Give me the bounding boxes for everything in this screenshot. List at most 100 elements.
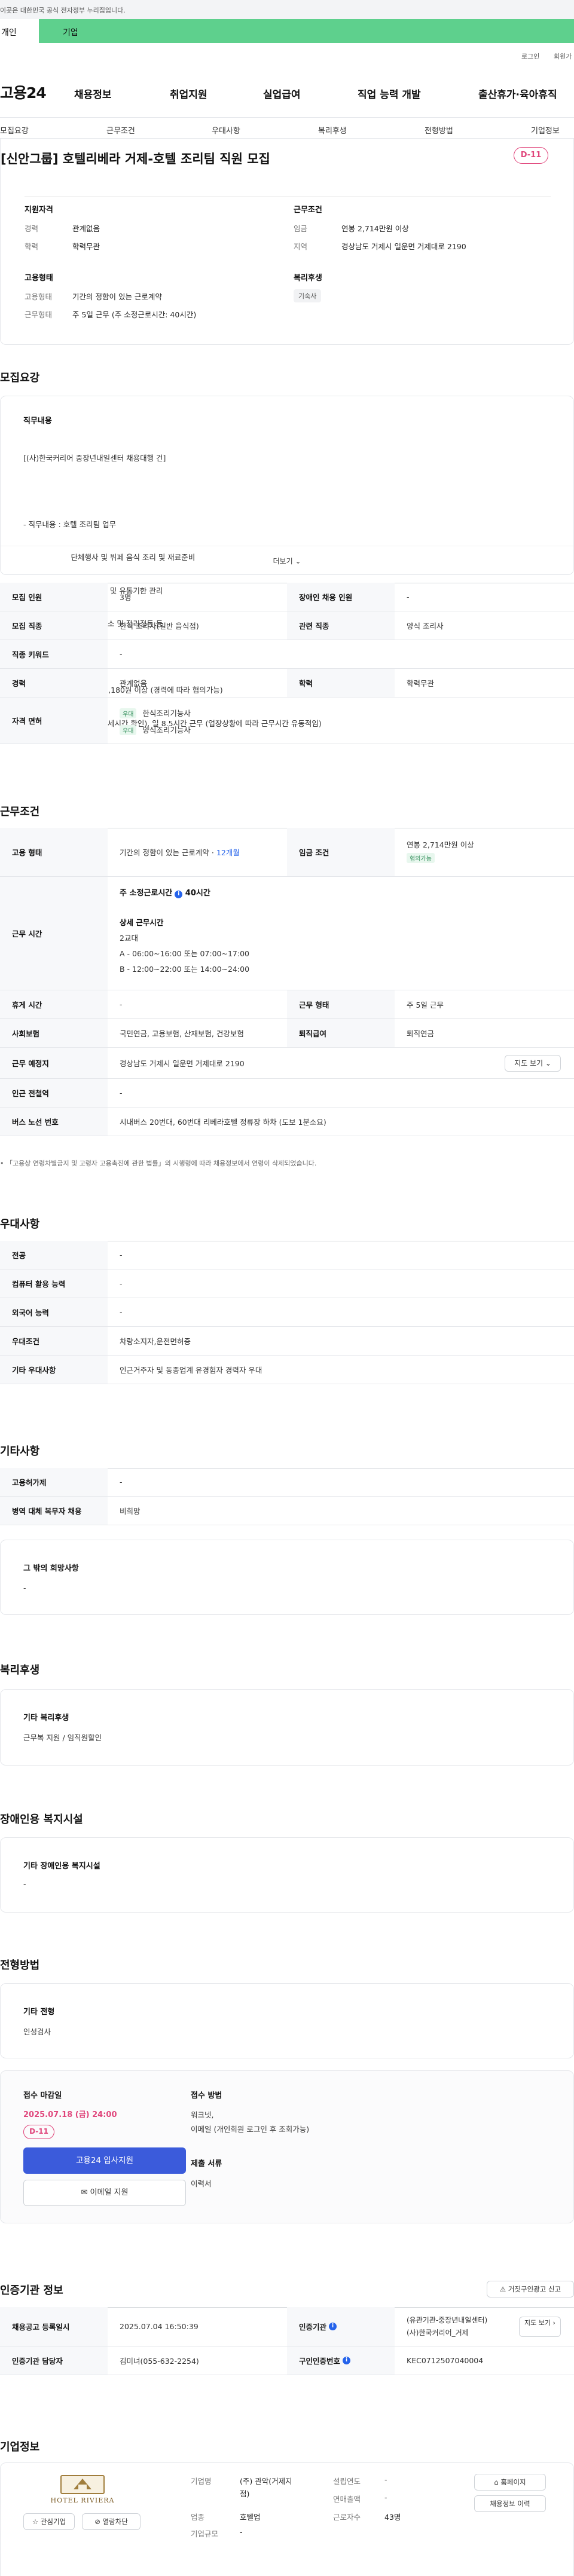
report-button[interactable]: ⚠ 거짓구인광고 신고 <box>487 2281 574 2297</box>
duty-line: - 직무내용 : 호텔 조리팀 업무 <box>23 519 117 529</box>
gnb-unemployment-benefit[interactable]: 실업급여 <box>263 86 301 101</box>
detail-hours: 2교대 A - 06:00~16:00 또는 07:00~17:00 B - 1… <box>120 934 250 974</box>
table-row: 휴게 시간 - 근무 형태 주 5일 근무 <box>0 990 574 1019</box>
license-item: 우대 양식조리기능사 <box>120 724 191 735</box>
row-value: 인근거주자 및 동종업계 유경험자 경력자 우대 <box>120 1366 262 1375</box>
screening-card: 기타 전형 인성검사 <box>0 1983 574 2058</box>
row-header: 근무 형태 <box>287 990 395 1018</box>
signup-link[interactable]: 회원가 <box>554 51 572 61</box>
hotel-crest-icon <box>74 2479 91 2489</box>
deadline-value: 2025.07.18 (금) 24:00 <box>23 2110 117 2119</box>
age-note: • 「고용상 연령차별금지 및 고령자 고용촉진에 관한 법률」의 시행령에 따… <box>0 1159 317 1167</box>
row-value: 한식 조리사(일반 음식점) <box>120 622 199 631</box>
row-header: 버스 노선 번호 <box>0 1108 108 1136</box>
table-row: 경력 관계없음 학력 학력무관 <box>0 669 574 697</box>
row-header: 채용공고 등록일시 <box>0 2307 108 2346</box>
sales-label: 연매출액 <box>333 2495 361 2504</box>
table-row: 고용 형태 기간의 정함이 있는 근로계약 · 12개월 임금 조건 연봉 2,… <box>0 828 574 877</box>
row-header: 병역 대체 복무자 채용 <box>0 1497 108 1525</box>
login-link[interactable]: 로그인 <box>521 51 539 61</box>
duty-title: 직무내용 <box>23 417 52 426</box>
org-map-button[interactable]: 지도 보기 › <box>519 2317 561 2337</box>
apply-button[interactable]: 고용24 입사지원 <box>23 2147 186 2174</box>
block-view-button[interactable]: ⊘ 열람차단 <box>82 2513 141 2530</box>
row-value: - <box>407 592 410 601</box>
table-row: 병역 대체 복무자 채용 비희망 <box>0 1497 574 1525</box>
welfare-heading: 복리후생 <box>294 274 322 283</box>
company-name-value: (주) 관악(거제지점) <box>240 2477 292 2498</box>
row-header: 경력 <box>0 669 108 697</box>
row-header: 휴게 시간 <box>0 990 108 1018</box>
method-title: 접수 방법 <box>191 2091 222 2100</box>
etc-heading: 기타사항 <box>0 1445 40 1458</box>
row-header: 근무 예정지 <box>0 1048 108 1078</box>
nav-recruit[interactable]: 모집요강 <box>0 124 29 136</box>
table-row: 근무 시간 주 소정근로시간 i 40시간 상세 근무시간 2교대 A - 06:… <box>0 877 574 990</box>
row-header: 우대조건 <box>0 1327 108 1355</box>
disabled-title: 기타 장애인용 복지시설 <box>23 1862 100 1871</box>
chevron-down-icon: ⌄ <box>545 1059 551 1067</box>
emp-label: 고용형태 <box>25 292 53 301</box>
cond-heading: 근무조건 <box>294 206 322 215</box>
gnb-job-info[interactable]: 채용정보 <box>74 86 112 101</box>
dday-badge: D-11 <box>514 147 548 164</box>
site-logo[interactable]: 고용24 <box>0 81 47 103</box>
info-icon[interactable]: i <box>343 2357 351 2364</box>
info-icon[interactable]: i <box>329 2323 337 2330</box>
table-row: 모집 인원 3명 장애인 채용 인원 - <box>0 583 574 611</box>
row-header: 사회보험 <box>0 1019 108 1047</box>
nav-screening[interactable]: 전형방법 <box>425 124 453 136</box>
cond-label: 지역 <box>294 242 308 251</box>
row-header: 인근 전철역 <box>0 1079 108 1107</box>
nav-company[interactable]: 기업정보 <box>531 124 560 136</box>
employees-label: 근로자수 <box>333 2513 361 2522</box>
gnb-parental-leave[interactable]: 출산휴가·육아휴직 <box>478 86 557 101</box>
table-row: 사회보험 국민연금, 고용보험, 산재보험, 건강보험 퇴직급여 퇴직연금 <box>0 1019 574 1048</box>
block-icon: ⊘ <box>94 2517 100 2526</box>
tab-individual[interactable]: 개인 <box>0 19 39 43</box>
tab-business[interactable]: 기업 <box>39 19 574 43</box>
table-row: 우대조건 차량소지자,운전면허증 <box>0 1327 574 1356</box>
cond-value: 경상남도 거제시 일운면 거제대로 2190 <box>341 242 466 251</box>
duty-line <box>23 487 322 497</box>
nav-work-conditions[interactable]: 근무조건 <box>106 124 135 136</box>
industry-label: 업종 <box>191 2513 205 2522</box>
emp-label: 근무형태 <box>25 310 53 319</box>
founded-value: - <box>384 2475 387 2484</box>
row-value: 경상남도 거제시 일운면 거제대로 2190 <box>120 1059 245 1068</box>
info-icon[interactable]: i <box>175 891 183 898</box>
email-apply-button[interactable]: ✉ 이메일 지원 <box>23 2180 186 2206</box>
row-header: 임금 조건 <box>287 828 395 876</box>
disabled-value: - <box>23 1880 26 1889</box>
company-name-label: 기업명 <box>191 2477 212 2486</box>
nav-preferences[interactable]: 우대사항 <box>212 124 240 136</box>
method-value: 워크넷, 이메일 (개인회원 로그인 후 조회가능) <box>191 2110 310 2134</box>
row-header: 전공 <box>0 1241 108 1269</box>
job-title: [신안그룹] 호텔리베라 거제-호텔 조리팀 직원 모집 <box>1 152 270 166</box>
favorite-company-button[interactable]: ☆ 관심기업 <box>23 2513 75 2530</box>
row-value: 3명 <box>120 593 132 602</box>
gnb-vocational-training[interactable]: 직업 능력 개발 <box>358 86 421 101</box>
row-value: 김미녀(055-632-2254) <box>120 2357 199 2366</box>
agency-heading: 인증기관 정보 <box>0 2284 63 2297</box>
table-row: 인증기관 담당자 김미녀(055-632-2254) 구인인증번호 i KEC07… <box>0 2346 574 2375</box>
table-row: 직종 키워드 - <box>0 640 574 669</box>
table-row: 전공 - <box>0 1241 574 1269</box>
table-row: 컴퓨터 활용 능력 - <box>0 1269 574 1298</box>
row-value: - <box>120 1477 123 1486</box>
map-button[interactable]: 지도 보기 ⌄ <box>505 1055 561 1072</box>
row-value: - <box>120 1088 123 1097</box>
row-value: - <box>120 650 123 659</box>
more-button[interactable]: 더보기 ⌄ <box>1 546 573 574</box>
nav-benefits[interactable]: 복리후생 <box>318 124 347 136</box>
gnb-employment-support[interactable]: 취업지원 <box>170 86 207 101</box>
other-wish-card: 그 밖의 희망사항 - <box>0 1540 574 1615</box>
job-summary-card: [신안그룹] 호텔리베라 거제-호텔 조리팀 직원 모집 D-11 지원자격 경… <box>0 139 574 345</box>
row-header: 자격 면허 <box>0 697 108 744</box>
row-header: 근무 시간 <box>0 877 108 990</box>
job-history-button[interactable]: 채용정보 이력 <box>474 2495 546 2512</box>
row-header: 퇴직급여 <box>287 1019 395 1047</box>
benefit-title: 기타 복리후생 <box>23 1714 69 1723</box>
homepage-button[interactable]: ⌂ 홈페이지 <box>474 2474 546 2491</box>
qual-heading: 지원자격 <box>25 206 53 215</box>
